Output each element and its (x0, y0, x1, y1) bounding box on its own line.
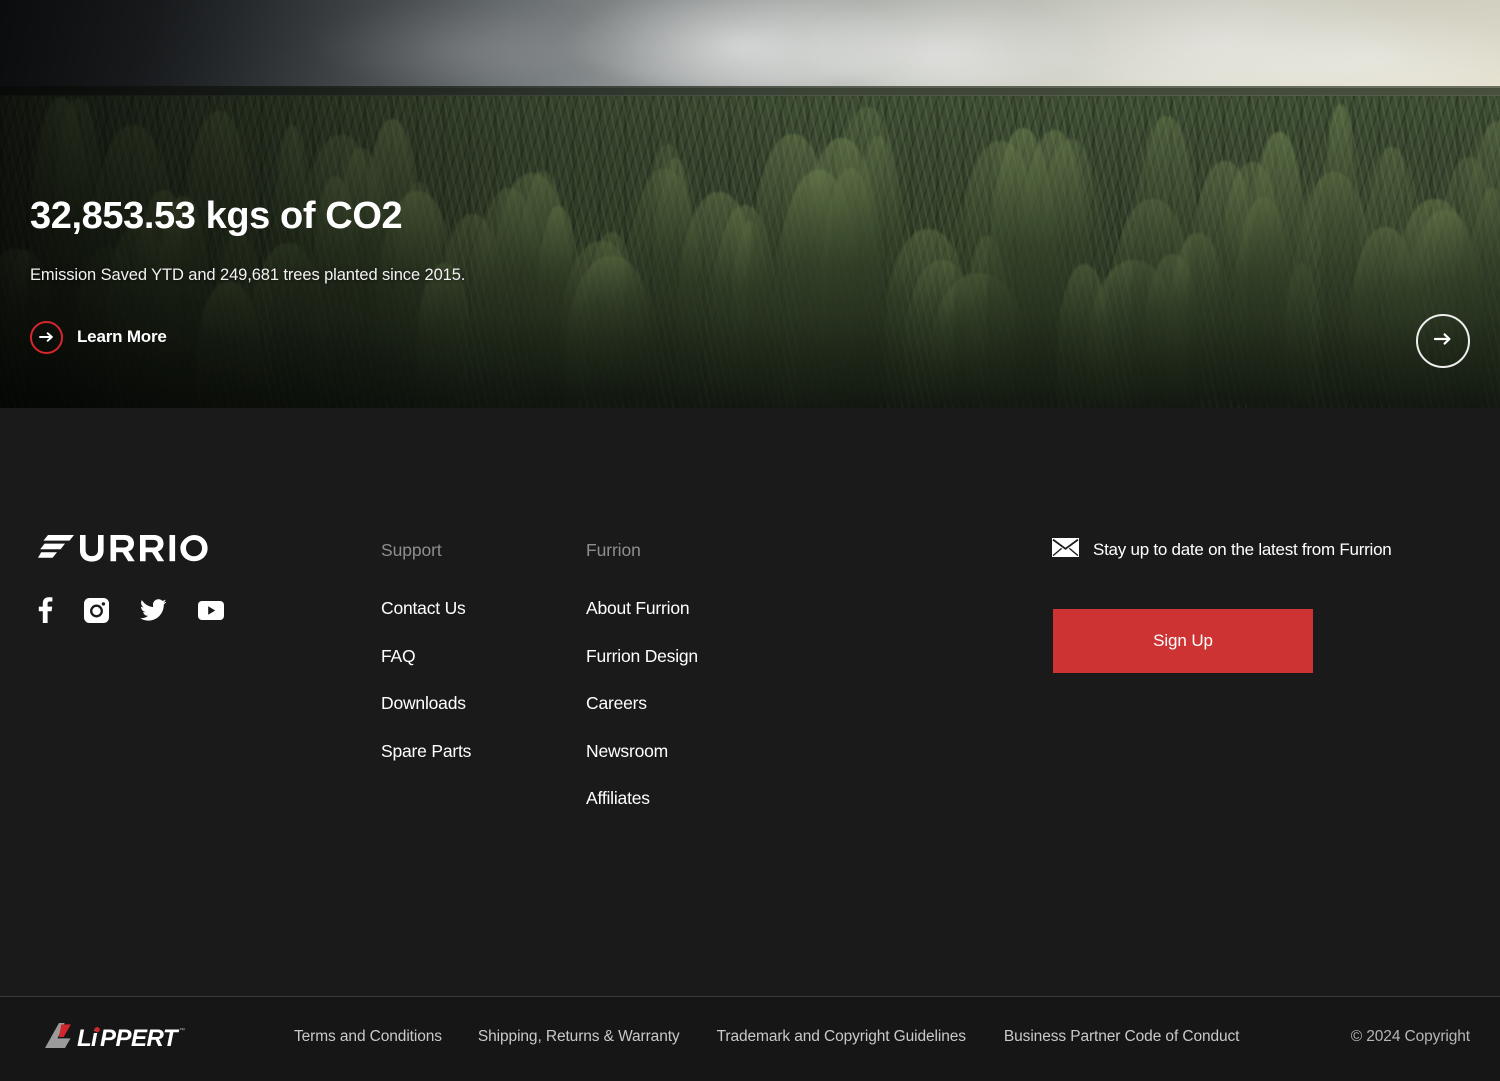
page-root: 32,853.53 kgs of CO2 Emission Saved YTD … (0, 0, 1500, 1081)
footer-link-affiliates[interactable]: Affiliates (586, 789, 698, 808)
legal-link-trademark[interactable]: Trademark and Copyright Guidelines (717, 1028, 966, 1046)
instagram-icon[interactable] (84, 597, 109, 623)
footer-link-faq[interactable]: FAQ (381, 647, 471, 696)
furrion-logo[interactable] (38, 535, 224, 567)
legal-link-shipping[interactable]: Shipping, Returns & Warranty (478, 1028, 680, 1046)
hero-subtitle: Emission Saved YTD and 249,681 trees pla… (30, 265, 466, 284)
footer-link-newsroom[interactable]: Newsroom (586, 742, 698, 791)
svg-text:™: ™ (179, 1027, 185, 1034)
lippert-logo[interactable]: L i PPERT ™ (38, 1021, 188, 1060)
twitter-icon[interactable] (140, 598, 167, 622)
sign-up-button[interactable]: Sign Up (1053, 609, 1313, 673)
next-slide-button[interactable] (1416, 314, 1470, 368)
legal-link-conduct[interactable]: Business Partner Code of Conduct (1004, 1028, 1240, 1046)
copyright-text: © 2024 Copyright (1350, 1028, 1470, 1045)
mail-icon (1052, 538, 1079, 562)
footer-link-careers[interactable]: Careers (586, 694, 698, 743)
legal-link-terms[interactable]: Terms and Conditions (294, 1028, 442, 1046)
youtube-icon[interactable] (198, 600, 224, 620)
footer-link-about-furrion[interactable]: About Furrion (586, 599, 698, 648)
learn-more-label: Learn More (77, 327, 167, 347)
svg-text:L: L (77, 1025, 91, 1052)
footer-brand-column (38, 535, 224, 623)
learn-more-button[interactable]: Learn More (30, 320, 167, 354)
social-links (38, 597, 224, 623)
hero-banner: 32,853.53 kgs of CO2 Emission Saved YTD … (0, 0, 1500, 408)
footer-column-furrion: Furrion About Furrion Furrion Design Car… (586, 540, 698, 808)
footer-link-spare-parts[interactable]: Spare Parts (381, 742, 471, 761)
facebook-icon[interactable] (38, 597, 53, 623)
footer-link-furrion-design[interactable]: Furrion Design (586, 647, 698, 696)
arrow-right-icon (1433, 332, 1453, 351)
svg-text:PPERT: PPERT (100, 1025, 180, 1052)
newsletter-signup: Stay up to date on the latest from Furri… (1052, 538, 1392, 673)
footer-link-downloads[interactable]: Downloads (381, 694, 471, 743)
hero-content: 32,853.53 kgs of CO2 Emission Saved YTD … (30, 195, 466, 354)
footer-link-contact-us[interactable]: Contact Us (381, 599, 471, 648)
column-heading: Furrion (586, 540, 641, 560)
newsletter-text: Stay up to date on the latest from Furri… (1093, 540, 1392, 559)
legal-links: Terms and Conditions Shipping, Returns &… (294, 1028, 1239, 1046)
footer: Support Contact Us FAQ Downloads Spare P… (0, 408, 1500, 996)
footer-column-support: Support Contact Us FAQ Downloads Spare P… (381, 540, 471, 760)
column-heading: Support (381, 540, 442, 560)
bottom-bar: L i PPERT ™ Terms and Conditions Shippin… (0, 997, 1500, 1081)
hero-title: 32,853.53 kgs of CO2 (30, 195, 403, 237)
arrow-right-icon (30, 320, 63, 354)
